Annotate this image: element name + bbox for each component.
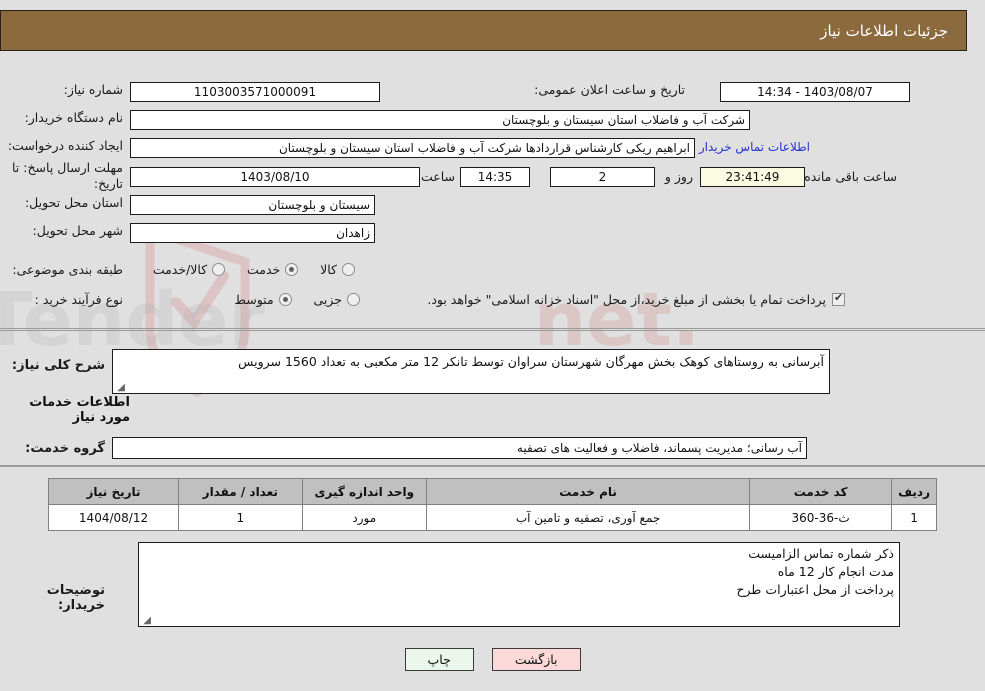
page-title: جزئیات اطلاعات نیاز	[820, 21, 948, 40]
general-info-panel	[0, 68, 985, 329]
action-buttons: بازگشت چاپ	[0, 648, 985, 671]
services-table-panel	[0, 466, 985, 633]
description-panel	[0, 330, 985, 466]
need-details-page: AriaTender .net جزئیات اطلاعات نیاز شمار…	[0, 0, 985, 691]
page-title-bar: جزئیات اطلاعات نیاز	[0, 10, 967, 51]
back-button[interactable]: بازگشت	[491, 648, 581, 671]
print-button[interactable]: چاپ	[404, 648, 474, 671]
